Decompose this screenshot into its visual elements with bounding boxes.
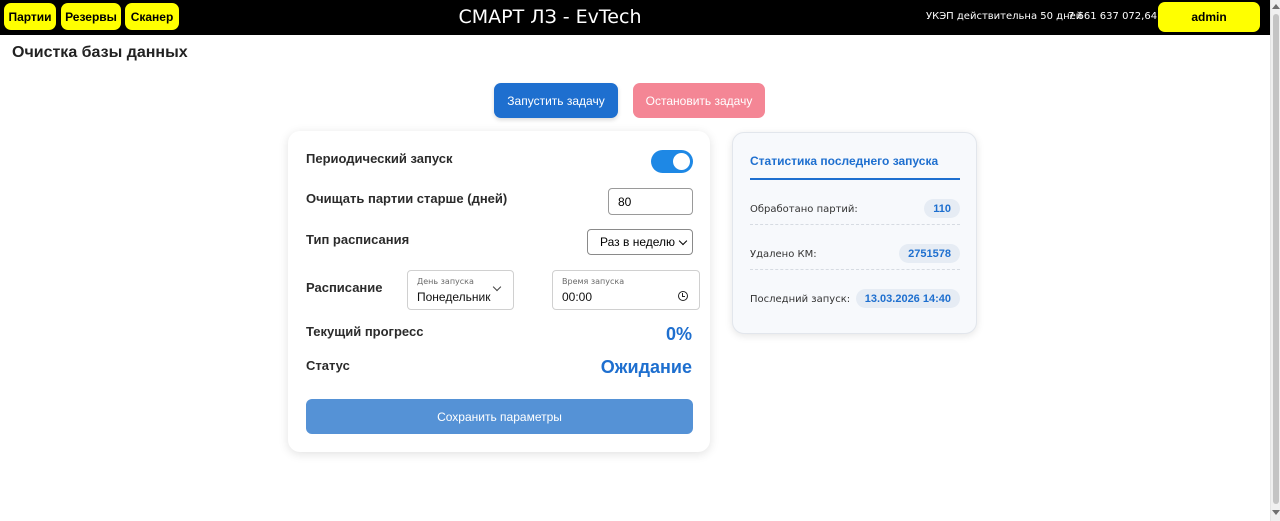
- schedule-type-label: Тип расписания: [306, 232, 410, 247]
- page-title: Очистка базы данных: [12, 44, 188, 61]
- progress-label: Текущий прогресс: [306, 324, 424, 339]
- user-menu-button[interactable]: admin: [1158, 2, 1260, 32]
- stats-row-value: 2751578: [899, 244, 960, 263]
- days-input[interactable]: 80: [608, 188, 693, 215]
- time-value: 00:00: [562, 290, 593, 304]
- scroll-thumb[interactable]: [1273, 14, 1279, 504]
- clock-icon[interactable]: [678, 291, 688, 301]
- stop-task-button[interactable]: Остановить задачу: [633, 83, 765, 118]
- stats-row-label: Обработано партий:: [750, 204, 858, 215]
- schedule-type-value: Раз в неделю: [600, 235, 676, 249]
- chevron-down-icon: [492, 282, 502, 292]
- stats-row-value: 110: [924, 199, 960, 218]
- time-input[interactable]: Время запуска 00:00: [552, 270, 700, 310]
- start-task-button[interactable]: Запустить задачу: [494, 83, 618, 118]
- scroll-up-arrow-icon[interactable]: [1272, 4, 1280, 9]
- day-caption: День запуска: [417, 277, 474, 286]
- nav-button-reserves[interactable]: Резервы: [61, 3, 121, 30]
- vertical-scrollbar[interactable]: [1270, 0, 1280, 521]
- stats-row-label: Последний запуск:: [750, 294, 851, 305]
- status-value: Ожидание: [600, 357, 692, 377]
- stats-title: Статистика последнего запуска: [750, 154, 939, 168]
- stats-row: Последний запуск: 13.03.2026 14:40: [750, 285, 960, 315]
- toggle-knob: [673, 153, 690, 170]
- periodic-run-label: Периодический запуск: [306, 151, 453, 166]
- schedule-label: Расписание: [306, 280, 383, 295]
- stats-row-label: Удалено КМ:: [750, 249, 817, 260]
- stats-card: Статистика последнего запуска Обработано…: [732, 132, 977, 334]
- day-value: Понедельник: [417, 290, 491, 304]
- schedule-type-select[interactable]: Раз в неделю: [587, 229, 693, 255]
- days-label: Очищать партии старше (дней): [306, 191, 508, 206]
- chevron-down-icon: [678, 236, 688, 246]
- progress-value: 0%: [665, 324, 692, 344]
- scroll-down-arrow-icon[interactable]: [1272, 510, 1280, 515]
- app-title: СМАРТ ЛЗ - EvTech: [458, 6, 642, 28]
- stats-row-value: 13.03.2026 14:40: [855, 289, 960, 308]
- settings-card: Периодический запуск Очищать партии стар…: [288, 131, 710, 452]
- save-settings-button[interactable]: Сохранить параметры: [306, 399, 693, 434]
- balance: 7 661 637 072,64 ₽: [1068, 11, 1167, 22]
- top-bar: Партии Резервы Сканер СМАРТ ЛЗ - EvTech …: [0, 0, 1270, 35]
- time-caption: Время запуска: [562, 277, 625, 286]
- day-select[interactable]: День запуска Понедельник: [407, 270, 514, 310]
- stats-divider: [750, 178, 960, 180]
- stats-row: Удалено КМ: 2751578: [750, 240, 960, 270]
- status-label: Статус: [306, 358, 350, 373]
- periodic-run-toggle[interactable]: [651, 150, 693, 173]
- ukep-status: УКЭП действительна 50 дней: [926, 11, 1083, 22]
- nav-button-scanner[interactable]: Сканер: [125, 3, 179, 30]
- stats-row: Обработано партий: 110: [750, 195, 960, 225]
- nav-button-batches[interactable]: Партии: [4, 3, 56, 30]
